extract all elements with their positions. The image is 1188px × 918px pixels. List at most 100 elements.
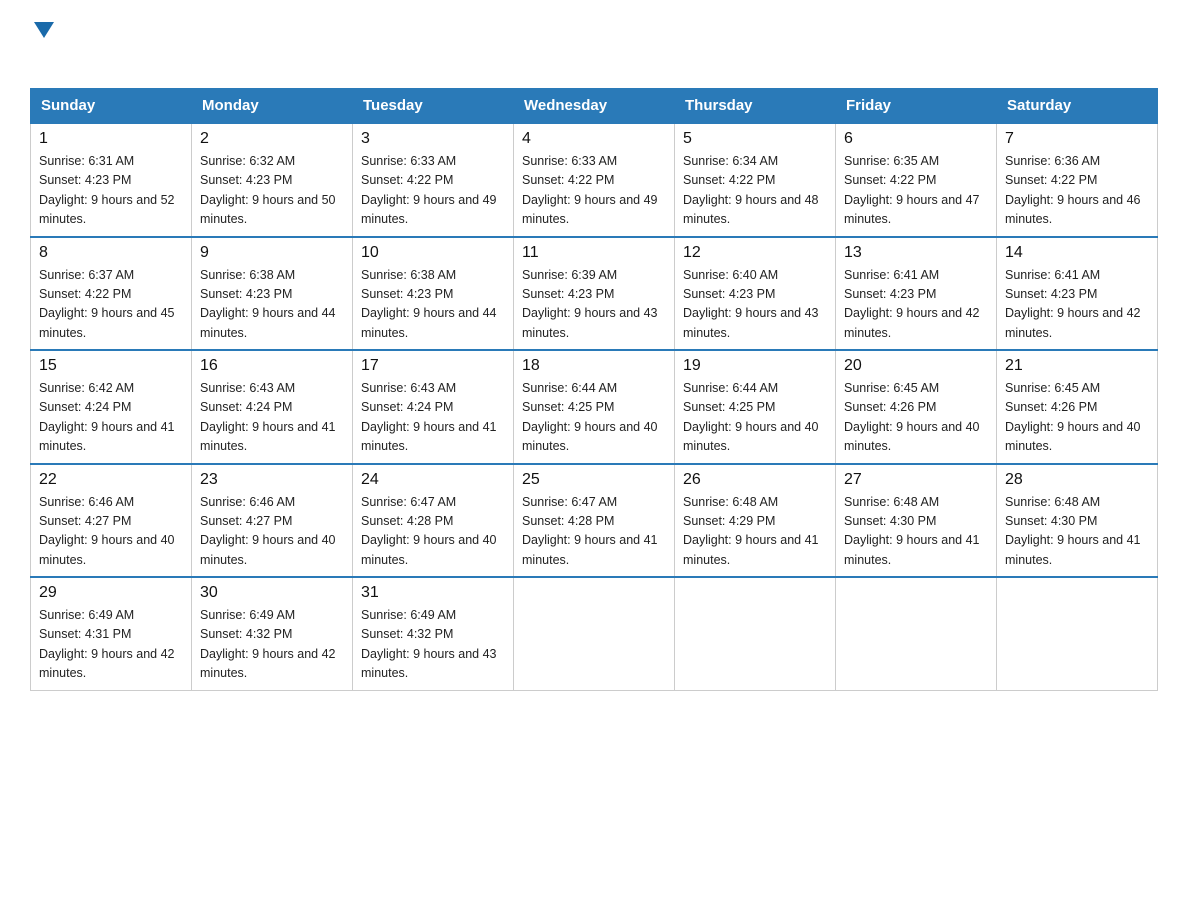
day-number: 1 (39, 130, 183, 148)
calendar-cell: 1 Sunrise: 6:31 AMSunset: 4:23 PMDayligh… (31, 123, 192, 237)
day-info: Sunrise: 6:33 AMSunset: 4:22 PMDaylight:… (522, 154, 658, 226)
header-row: SundayMondayTuesdayWednesdayThursdayFrid… (31, 89, 1158, 124)
day-number: 16 (200, 357, 344, 375)
calendar-cell (514, 577, 675, 690)
page-header (30, 20, 1158, 68)
logo (30, 20, 54, 68)
day-number: 29 (39, 584, 183, 602)
day-number: 28 (1005, 471, 1149, 489)
day-info: Sunrise: 6:47 AMSunset: 4:28 PMDaylight:… (361, 495, 497, 567)
day-info: Sunrise: 6:48 AMSunset: 4:29 PMDaylight:… (683, 495, 819, 567)
calendar-cell: 25 Sunrise: 6:47 AMSunset: 4:28 PMDaylig… (514, 464, 675, 578)
calendar-week-row: 15 Sunrise: 6:42 AMSunset: 4:24 PMDaylig… (31, 350, 1158, 464)
calendar-cell: 17 Sunrise: 6:43 AMSunset: 4:24 PMDaylig… (353, 350, 514, 464)
day-number: 13 (844, 244, 988, 262)
column-header-sunday: Sunday (31, 89, 192, 124)
calendar-cell: 24 Sunrise: 6:47 AMSunset: 4:28 PMDaylig… (353, 464, 514, 578)
calendar-body: 1 Sunrise: 6:31 AMSunset: 4:23 PMDayligh… (31, 123, 1158, 690)
day-number: 26 (683, 471, 827, 489)
calendar-cell: 12 Sunrise: 6:40 AMSunset: 4:23 PMDaylig… (675, 237, 836, 351)
day-info: Sunrise: 6:38 AMSunset: 4:23 PMDaylight:… (361, 268, 497, 340)
calendar-cell: 13 Sunrise: 6:41 AMSunset: 4:23 PMDaylig… (836, 237, 997, 351)
day-info: Sunrise: 6:40 AMSunset: 4:23 PMDaylight:… (683, 268, 819, 340)
day-number: 3 (361, 130, 505, 148)
day-number: 7 (1005, 130, 1149, 148)
day-info: Sunrise: 6:42 AMSunset: 4:24 PMDaylight:… (39, 381, 175, 453)
day-info: Sunrise: 6:48 AMSunset: 4:30 PMDaylight:… (844, 495, 980, 567)
calendar-cell: 5 Sunrise: 6:34 AMSunset: 4:22 PMDayligh… (675, 123, 836, 237)
day-info: Sunrise: 6:39 AMSunset: 4:23 PMDaylight:… (522, 268, 658, 340)
day-number: 21 (1005, 357, 1149, 375)
day-number: 8 (39, 244, 183, 262)
column-header-friday: Friday (836, 89, 997, 124)
day-info: Sunrise: 6:41 AMSunset: 4:23 PMDaylight:… (844, 268, 980, 340)
day-number: 20 (844, 357, 988, 375)
day-info: Sunrise: 6:38 AMSunset: 4:23 PMDaylight:… (200, 268, 336, 340)
day-number: 4 (522, 130, 666, 148)
calendar-cell: 19 Sunrise: 6:44 AMSunset: 4:25 PMDaylig… (675, 350, 836, 464)
calendar-cell: 30 Sunrise: 6:49 AMSunset: 4:32 PMDaylig… (192, 577, 353, 690)
calendar-cell: 23 Sunrise: 6:46 AMSunset: 4:27 PMDaylig… (192, 464, 353, 578)
day-info: Sunrise: 6:47 AMSunset: 4:28 PMDaylight:… (522, 495, 658, 567)
day-info: Sunrise: 6:33 AMSunset: 4:22 PMDaylight:… (361, 154, 497, 226)
calendar-cell: 9 Sunrise: 6:38 AMSunset: 4:23 PMDayligh… (192, 237, 353, 351)
day-number: 27 (844, 471, 988, 489)
day-number: 15 (39, 357, 183, 375)
day-number: 11 (522, 244, 666, 262)
column-header-monday: Monday (192, 89, 353, 124)
calendar-cell: 26 Sunrise: 6:48 AMSunset: 4:29 PMDaylig… (675, 464, 836, 578)
day-info: Sunrise: 6:49 AMSunset: 4:31 PMDaylight:… (39, 608, 175, 680)
day-number: 30 (200, 584, 344, 602)
calendar-header: SundayMondayTuesdayWednesdayThursdayFrid… (31, 89, 1158, 124)
day-number: 18 (522, 357, 666, 375)
day-number: 25 (522, 471, 666, 489)
column-header-wednesday: Wednesday (514, 89, 675, 124)
calendar-cell: 18 Sunrise: 6:44 AMSunset: 4:25 PMDaylig… (514, 350, 675, 464)
day-number: 31 (361, 584, 505, 602)
day-info: Sunrise: 6:49 AMSunset: 4:32 PMDaylight:… (200, 608, 336, 680)
day-info: Sunrise: 6:46 AMSunset: 4:27 PMDaylight:… (200, 495, 336, 567)
day-info: Sunrise: 6:49 AMSunset: 4:32 PMDaylight:… (361, 608, 497, 680)
calendar-cell: 2 Sunrise: 6:32 AMSunset: 4:23 PMDayligh… (192, 123, 353, 237)
day-number: 22 (39, 471, 183, 489)
day-info: Sunrise: 6:34 AMSunset: 4:22 PMDaylight:… (683, 154, 819, 226)
calendar-cell: 28 Sunrise: 6:48 AMSunset: 4:30 PMDaylig… (997, 464, 1158, 578)
calendar-cell: 6 Sunrise: 6:35 AMSunset: 4:22 PMDayligh… (836, 123, 997, 237)
day-info: Sunrise: 6:35 AMSunset: 4:22 PMDaylight:… (844, 154, 980, 226)
calendar-cell: 29 Sunrise: 6:49 AMSunset: 4:31 PMDaylig… (31, 577, 192, 690)
calendar-cell: 21 Sunrise: 6:45 AMSunset: 4:26 PMDaylig… (997, 350, 1158, 464)
day-number: 17 (361, 357, 505, 375)
calendar-cell: 22 Sunrise: 6:46 AMSunset: 4:27 PMDaylig… (31, 464, 192, 578)
day-info: Sunrise: 6:41 AMSunset: 4:23 PMDaylight:… (1005, 268, 1141, 340)
day-info: Sunrise: 6:48 AMSunset: 4:30 PMDaylight:… (1005, 495, 1141, 567)
day-number: 24 (361, 471, 505, 489)
calendar-week-row: 8 Sunrise: 6:37 AMSunset: 4:22 PMDayligh… (31, 237, 1158, 351)
calendar-cell: 7 Sunrise: 6:36 AMSunset: 4:22 PMDayligh… (997, 123, 1158, 237)
calendar-cell (675, 577, 836, 690)
calendar-cell (997, 577, 1158, 690)
calendar-cell: 8 Sunrise: 6:37 AMSunset: 4:22 PMDayligh… (31, 237, 192, 351)
column-header-tuesday: Tuesday (353, 89, 514, 124)
calendar-week-row: 22 Sunrise: 6:46 AMSunset: 4:27 PMDaylig… (31, 464, 1158, 578)
day-info: Sunrise: 6:45 AMSunset: 4:26 PMDaylight:… (1005, 381, 1141, 453)
day-number: 14 (1005, 244, 1149, 262)
logo-text (30, 20, 54, 42)
calendar-week-row: 1 Sunrise: 6:31 AMSunset: 4:23 PMDayligh… (31, 123, 1158, 237)
day-number: 12 (683, 244, 827, 262)
calendar-cell: 3 Sunrise: 6:33 AMSunset: 4:22 PMDayligh… (353, 123, 514, 237)
day-info: Sunrise: 6:37 AMSunset: 4:22 PMDaylight:… (39, 268, 175, 340)
calendar-week-row: 29 Sunrise: 6:49 AMSunset: 4:31 PMDaylig… (31, 577, 1158, 690)
day-info: Sunrise: 6:31 AMSunset: 4:23 PMDaylight:… (39, 154, 175, 226)
day-number: 19 (683, 357, 827, 375)
day-info: Sunrise: 6:43 AMSunset: 4:24 PMDaylight:… (200, 381, 336, 453)
day-number: 2 (200, 130, 344, 148)
day-info: Sunrise: 6:44 AMSunset: 4:25 PMDaylight:… (683, 381, 819, 453)
day-info: Sunrise: 6:43 AMSunset: 4:24 PMDaylight:… (361, 381, 497, 453)
day-info: Sunrise: 6:44 AMSunset: 4:25 PMDaylight:… (522, 381, 658, 453)
day-number: 9 (200, 244, 344, 262)
calendar-table: SundayMondayTuesdayWednesdayThursdayFrid… (30, 88, 1158, 691)
calendar-cell: 16 Sunrise: 6:43 AMSunset: 4:24 PMDaylig… (192, 350, 353, 464)
logo-arrow-icon (34, 22, 54, 42)
day-number: 23 (200, 471, 344, 489)
calendar-cell: 14 Sunrise: 6:41 AMSunset: 4:23 PMDaylig… (997, 237, 1158, 351)
